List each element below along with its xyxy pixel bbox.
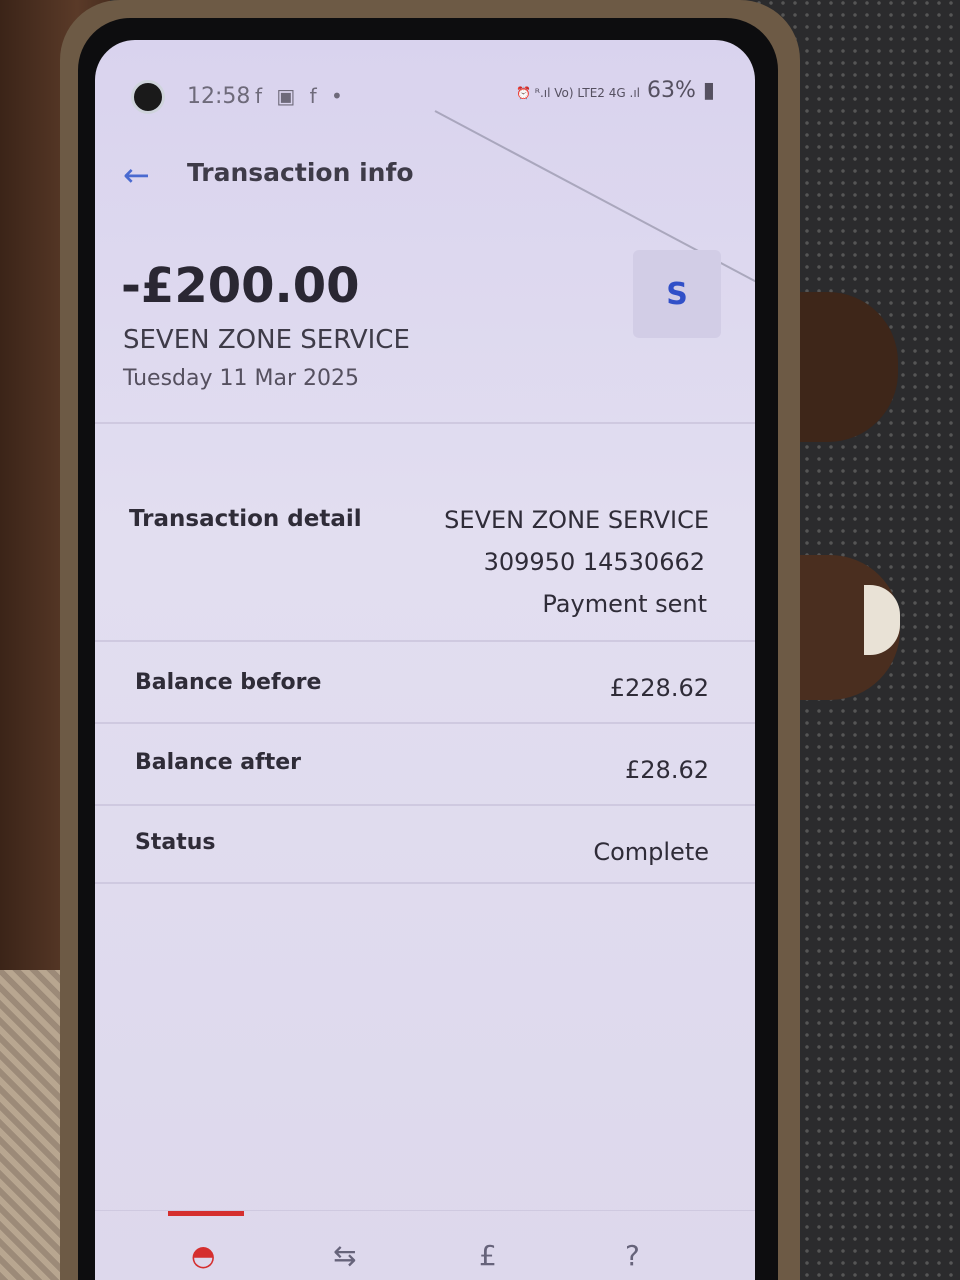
signal-icons: ⏰ ᴿ.ıl Vo) LTE2 4G .ıl [515, 86, 640, 100]
balance-before-label: Balance before [135, 670, 322, 695]
detail-payment-status: Payment sent [542, 590, 707, 618]
divider [95, 722, 755, 724]
page-title: Transaction info [187, 158, 414, 187]
active-tab-indicator [168, 1211, 244, 1216]
detail-payee-name: SEVEN ZONE SERVICE [444, 506, 709, 534]
battery-icon: ▮ [702, 78, 715, 103]
status-bar: 12:58 f ▣ f • ⏰ ᴿ.ıl Vo) LTE2 4G .ıl 63%… [95, 40, 755, 140]
detail-account-number: 309950 14530662 [483, 548, 705, 576]
home-icon[interactable]: ◓ [191, 1239, 215, 1272]
bottom-navigation: ◓ ⇆ £ ? [95, 1210, 755, 1280]
balance-after-value: £28.62 [625, 756, 709, 784]
transaction-amount: -£200.00 [121, 258, 360, 314]
notification-icons: f ▣ f • [255, 84, 347, 108]
help-icon[interactable]: ? [625, 1239, 640, 1272]
front-camera [131, 80, 165, 114]
app-header: ← Transaction info [95, 150, 755, 210]
status-label: Status [135, 830, 216, 855]
transaction-date: Tuesday 11 Mar 2025 [123, 366, 359, 391]
phone-screen: 12:58 f ▣ f • ⏰ ᴿ.ıl Vo) LTE2 4G .ıl 63%… [95, 40, 755, 1280]
status-value: Complete [593, 838, 709, 866]
divider [95, 422, 755, 424]
pound-icon[interactable]: £ [479, 1239, 497, 1272]
merchant-name: SEVEN ZONE SERVICE [123, 325, 410, 355]
balance-before-value: £228.62 [609, 674, 709, 702]
divider [95, 804, 755, 806]
status-time: 12:58 [187, 84, 251, 109]
divider [95, 882, 755, 884]
transaction-detail-label: Transaction detail [129, 506, 362, 532]
back-arrow-icon[interactable]: ← [123, 156, 150, 194]
merchant-avatar: S [633, 250, 721, 338]
divider [95, 640, 755, 642]
battery-percent: 63% [646, 78, 696, 103]
status-right-icons: ⏰ ᴿ.ıl Vo) LTE2 4G .ıl 63% ▮ [516, 78, 715, 103]
balance-after-label: Balance after [135, 750, 301, 775]
transfer-icon[interactable]: ⇆ [333, 1239, 356, 1272]
